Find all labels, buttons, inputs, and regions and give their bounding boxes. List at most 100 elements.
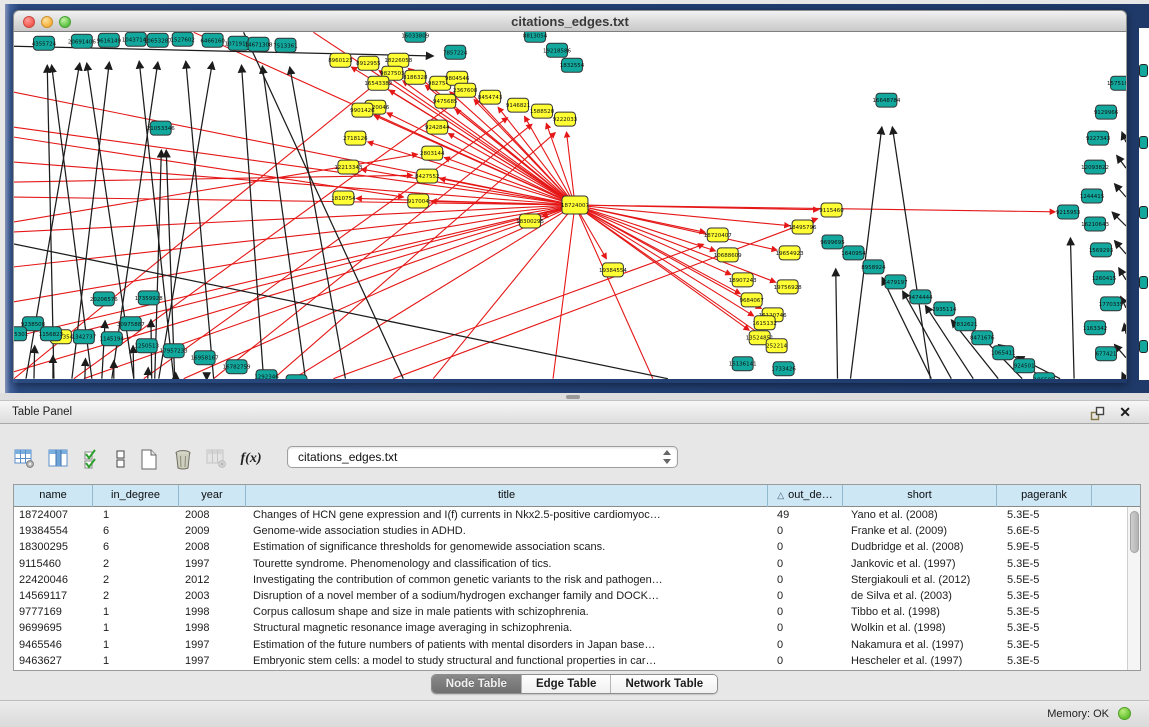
- graph-node[interactable]: 1733426: [771, 362, 796, 376]
- graph-node[interactable]: 9146821: [506, 98, 530, 112]
- tab-edge-table[interactable]: Edge Table: [522, 675, 612, 693]
- graph-node[interactable]: 16210643: [1081, 217, 1109, 231]
- graph-node[interactable]: 15751074: [1107, 76, 1127, 90]
- new-table-icon[interactable]: [137, 448, 161, 470]
- graph-node[interactable]: 16648784: [872, 93, 900, 107]
- modify-table-icon[interactable]: [13, 448, 37, 470]
- column-header-in_degree[interactable]: in_degree: [93, 485, 179, 507]
- graph-node[interactable]: 17359928: [135, 291, 163, 305]
- graph-node[interactable]: 20691406: [68, 34, 96, 48]
- graph-node[interactable]: 15136141: [729, 357, 757, 371]
- graph-node[interactable]: 1527602: [170, 32, 194, 46]
- graph-node[interactable]: 9475685: [433, 94, 458, 108]
- graph-node[interactable]: 16782759: [223, 360, 251, 374]
- graph-node[interactable]: 9901426: [350, 103, 375, 117]
- table-row[interactable]: 2242004622012Investigating the contribut…: [14, 572, 1127, 588]
- graph-node[interactable]: 16958167: [191, 351, 219, 365]
- column-header-pagerank[interactable]: pagerank: [997, 485, 1092, 507]
- graph-node[interactable]: 18720407: [704, 228, 732, 242]
- graph-node[interactable]: 18300295: [516, 214, 544, 228]
- close-panel-icon[interactable]: ✕: [1119, 404, 1131, 421]
- table-row[interactable]: 946554611997Estimation of the future num…: [14, 637, 1127, 653]
- graph-node[interactable]: 8186328: [403, 70, 428, 84]
- graph-node[interactable]: 1163342: [1083, 321, 1107, 335]
- graph-node[interactable]: 6479197: [883, 275, 908, 289]
- column-header-title[interactable]: title: [246, 485, 768, 507]
- function-builder-icon[interactable]: f(x): [239, 448, 263, 470]
- show-column-icon[interactable]: [47, 448, 71, 470]
- table-row[interactable]: 977716911998Corpus callosum shape and si…: [14, 604, 1127, 620]
- graph-node[interactable]: 1770335: [1099, 297, 1124, 311]
- tab-node-table[interactable]: Node Table: [432, 675, 522, 693]
- column-header-short[interactable]: short: [843, 485, 997, 507]
- graph-node[interactable]: 924501: [1014, 359, 1035, 373]
- graph-node[interactable]: 30975887: [117, 317, 145, 331]
- panel-divider[interactable]: [0, 393, 1149, 400]
- column-header-name[interactable]: name: [14, 485, 93, 507]
- table-row[interactable]: 969969511998Structural magnetic resonanc…: [14, 620, 1127, 636]
- graph-node[interactable]: 7513361: [273, 38, 297, 52]
- delete-table-icon[interactable]: [171, 448, 195, 470]
- graph-node[interactable]: 8813054: [523, 32, 548, 42]
- graph-node[interactable]: 1832554: [560, 58, 585, 72]
- graph-node[interactable]: 21053346: [147, 121, 175, 135]
- graph-node[interactable]: 9242844: [425, 120, 450, 134]
- table-row[interactable]: 911546021997Tourette syndrome. Phenomeno…: [14, 556, 1127, 572]
- graph-node[interactable]: 1588520: [530, 104, 555, 118]
- network-window-titlebar[interactable]: citations_edges.txt: [13, 10, 1127, 32]
- graph-node[interactable]: 18226058: [384, 53, 412, 67]
- table-row[interactable]: 946362711997Embryonic stem cells: a mode…: [14, 653, 1127, 669]
- graph-node[interactable]: 9245012: [284, 375, 308, 379]
- table-row[interactable]: 1938455462009Genome-wide association stu…: [14, 523, 1127, 539]
- graph-node[interactable]: 677421: [1096, 347, 1117, 361]
- table-row[interactable]: 1456911722003Disruption of a novel membe…: [14, 588, 1127, 604]
- graph-node[interactable]: 1244415: [1080, 189, 1105, 203]
- vertical-scrollbar[interactable]: [1127, 507, 1140, 670]
- graph-node[interactable]: 2367608: [453, 83, 478, 97]
- graph-node[interactable]: 8958924: [861, 260, 886, 274]
- import-table-icon[interactable]: [205, 448, 229, 470]
- graph-node[interactable]: 18907243: [729, 273, 757, 287]
- graph-node[interactable]: 7832621: [953, 317, 977, 331]
- graph-node[interactable]: 9474444: [908, 290, 933, 304]
- graph-node[interactable]: 8427552: [415, 169, 439, 183]
- graph-node[interactable]: 9699695: [820, 235, 845, 249]
- column-header-out_degree[interactable]: △out_de…: [768, 485, 843, 507]
- select-columns-icon[interactable]: [81, 448, 105, 470]
- graph-node[interactable]: 186505: [1034, 373, 1055, 379]
- graph-node[interactable]: 8912955: [356, 56, 381, 70]
- graph-node[interactable]: 9115460: [819, 203, 844, 217]
- graph-node[interactable]: 18495796: [789, 220, 817, 234]
- graph-node[interactable]: 19384554: [599, 263, 627, 277]
- graph-node[interactable]: 4355724: [32, 36, 57, 50]
- graph-node[interactable]: 9129966: [1094, 105, 1119, 119]
- graph-node[interactable]: 1260415: [1092, 271, 1117, 285]
- divider-grip-icon[interactable]: [566, 395, 580, 399]
- graph-node[interactable]: 9227343: [1086, 131, 1111, 145]
- float-panel-icon[interactable]: [1090, 406, 1105, 421]
- graph-node[interactable]: 917004: [408, 194, 429, 208]
- graph-node[interactable]: 1250513: [135, 339, 160, 353]
- graph-node[interactable]: 14671308: [245, 37, 273, 51]
- graph-node[interactable]: 252214: [766, 339, 787, 353]
- graph-node[interactable]: 17957233: [160, 344, 188, 358]
- graph-node[interactable]: 2803144: [420, 146, 445, 160]
- graph-node[interactable]: 8454743: [478, 90, 503, 104]
- graph-node[interactable]: 12213343: [334, 160, 362, 174]
- graph-node[interactable]: 1615132: [752, 316, 776, 330]
- table-selector-dropdown[interactable]: citations_edges.txt: [287, 446, 678, 468]
- graph-node[interactable]: 1145194: [100, 332, 125, 346]
- graph-node[interactable]: 1640954: [841, 246, 866, 260]
- graph-node[interactable]: 12093822: [1081, 160, 1109, 174]
- graph-node[interactable]: 1342737: [72, 330, 97, 344]
- graph-node[interactable]: 1156823: [39, 327, 64, 341]
- network-svg[interactable]: 1872400789601238912955182260589827503165…: [13, 32, 1127, 379]
- graph-node[interactable]: 2718126: [343, 131, 368, 145]
- graph-node[interactable]: 6466160: [200, 33, 225, 47]
- graph-node[interactable]: 2935114: [932, 302, 957, 316]
- graph-node[interactable]: 9215953: [1056, 205, 1081, 219]
- graph-node[interactable]: 16033809: [401, 32, 429, 42]
- table-row[interactable]: 1830029562008Estimation of significance …: [14, 539, 1127, 555]
- graph-node[interactable]: 20206576: [90, 292, 118, 306]
- graph-node[interactable]: 8960123: [328, 53, 353, 67]
